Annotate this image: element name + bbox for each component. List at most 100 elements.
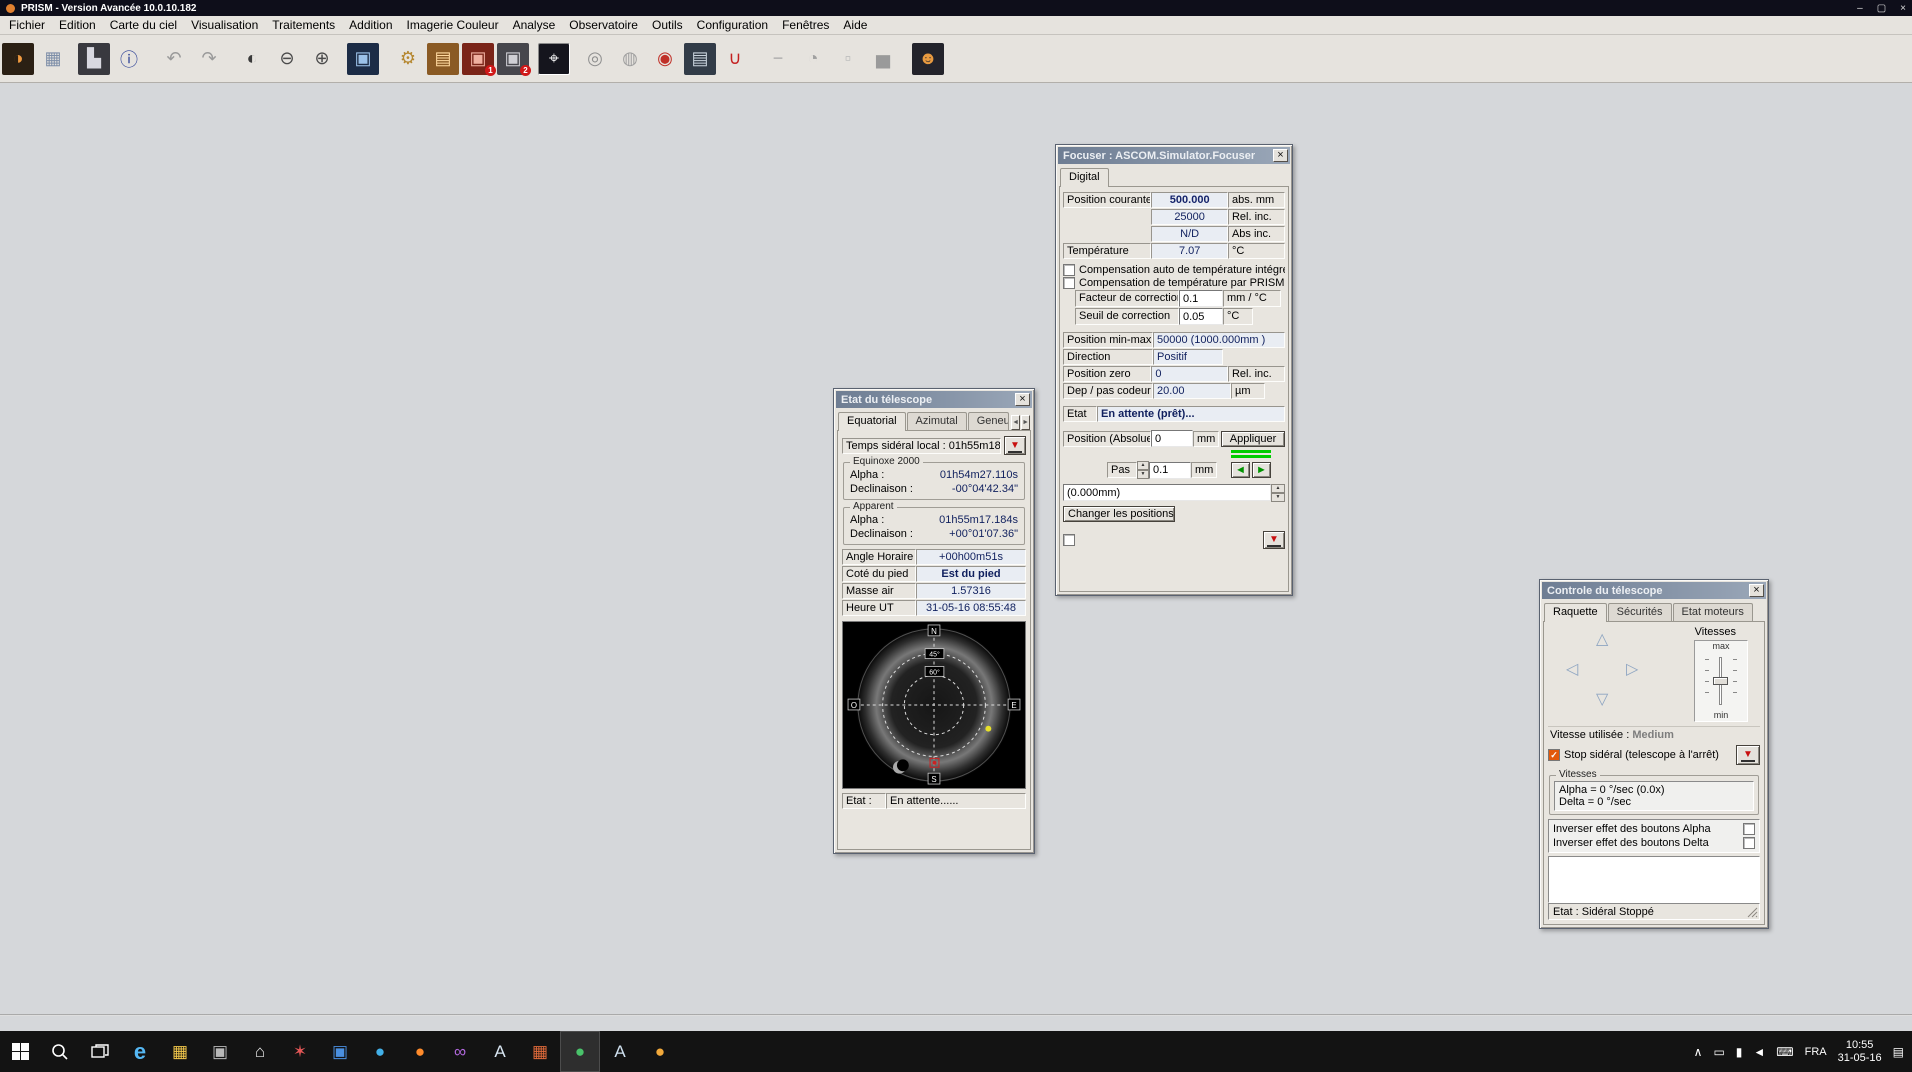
compensation-auto-checkbox[interactable] — [1063, 264, 1075, 276]
controle-park-button[interactable]: ▼ — [1736, 745, 1760, 765]
focuser-titlebar[interactable]: Focuser : ASCOM.Simulator.Focuser × — [1058, 147, 1290, 164]
preset-position-input[interactable] — [1063, 484, 1271, 501]
menu-carte-du-ciel[interactable]: Carte du ciel — [103, 17, 184, 33]
slew-south-button[interactable]: ▽ — [1596, 692, 1608, 708]
autoguider-icon[interactable]: ∪ — [719, 43, 751, 75]
taskbar-file-explorer-icon[interactable]: ▦ — [160, 1031, 200, 1072]
resize-grip[interactable] — [1747, 907, 1758, 918]
slew-west-button[interactable]: ◁ — [1566, 662, 1578, 678]
menu-observatoire[interactable]: Observatoire — [562, 17, 645, 33]
tray-network-icon[interactable]: ▭ — [1713, 1045, 1724, 1059]
controle-titlebar[interactable]: Controle du télescope × — [1542, 582, 1766, 599]
tab-geneurs[interactable]: Geneurs — [968, 412, 1009, 430]
taskbar-edge-icon[interactable]: e — [120, 1031, 160, 1072]
controle-close-button[interactable]: × — [1749, 584, 1764, 597]
slew-north-button[interactable]: △ — [1596, 632, 1608, 648]
blank-tool-icon[interactable]: ▫ — [832, 43, 864, 75]
taskbar-prism-icon[interactable]: ● — [560, 1031, 600, 1072]
compensation-prism-checkbox[interactable] — [1063, 277, 1075, 289]
etat-park-button[interactable]: ▼ — [1004, 436, 1026, 455]
camera-2-icon[interactable]: ▣ 2 — [497, 43, 529, 75]
changer-positions-button[interactable]: Changer les positions — [1063, 506, 1175, 522]
tab-securites[interactable]: Sécurités — [1608, 603, 1672, 621]
zoom-in-icon[interactable]: ⊕ — [306, 43, 338, 75]
menu-fenetres[interactable]: Fenêtres — [775, 17, 836, 33]
app-titlebar[interactable]: PRISM - Version Avancée 10.0.10.182 – ▢ … — [0, 0, 1912, 16]
tab-equatorial[interactable]: Equatorial — [838, 412, 906, 431]
menu-aide[interactable]: Aide — [836, 17, 874, 33]
tab-scroll-right-button[interactable]: ► — [1021, 415, 1030, 430]
menu-analyse[interactable]: Analyse — [506, 17, 563, 33]
stop-sideral-checkbox[interactable]: ✓ — [1548, 749, 1560, 761]
move-out-button[interactable]: ► — [1252, 462, 1271, 478]
taskbar-skype-icon[interactable]: ● — [360, 1031, 400, 1072]
appliquer-button[interactable]: Appliquer — [1221, 431, 1285, 447]
pas-spinner[interactable]: ▲ ▼ — [1137, 461, 1149, 479]
threshold-icon[interactable]: ◐ — [236, 43, 268, 75]
focuser-bottom-checkbox[interactable] — [1063, 534, 1075, 546]
close-button[interactable]: × — [1900, 3, 1906, 14]
link-tool-icon[interactable]: − — [762, 43, 794, 75]
preset-spin-down-icon[interactable]: ▼ — [1271, 493, 1285, 502]
tray-keyboard-icon[interactable]: ⌨ — [1776, 1045, 1793, 1059]
ccd-camera-icon[interactable]: ▤ — [427, 43, 459, 75]
slew-east-button[interactable]: ▷ — [1626, 662, 1638, 678]
image-open-icon[interactable]: ◑ — [2, 43, 34, 75]
tab-scroll-left-button[interactable]: ◄ — [1011, 415, 1020, 430]
pas-spin-down-icon[interactable]: ▼ — [1137, 470, 1149, 479]
facteur-correction-input[interactable] — [1179, 290, 1223, 307]
maximize-button[interactable]: ▢ — [1877, 3, 1886, 14]
taskbar-store-icon[interactable]: ⌂ — [240, 1031, 280, 1072]
pas-spin-up-icon[interactable]: ▲ — [1137, 461, 1149, 470]
dome-icon[interactable]: ◍ — [614, 43, 646, 75]
move-in-button[interactable]: ◄ — [1231, 462, 1250, 478]
taskbar-app-a-icon[interactable]: A — [480, 1031, 520, 1072]
zoom-out-icon[interactable]: ⊖ — [271, 43, 303, 75]
inverser-delta-checkbox[interactable] — [1743, 837, 1755, 849]
search-button[interactable] — [40, 1031, 80, 1072]
menu-edition[interactable]: Edition — [52, 17, 103, 33]
speed-slider[interactable]: max min — [1694, 640, 1748, 722]
taskbar-orange-app-icon[interactable]: ● — [640, 1031, 680, 1072]
menu-traitements[interactable]: Traitements — [265, 17, 342, 33]
observer-profile-icon[interactable]: ☻ — [912, 43, 944, 75]
sky-map[interactable]: N S E O 45° 60° — [842, 621, 1026, 789]
menu-fichier[interactable]: Fichier — [2, 17, 52, 33]
tray-battery-icon[interactable]: ▮ — [1736, 1045, 1743, 1059]
tab-raquette[interactable]: Raquette — [1544, 603, 1607, 622]
focuser-park-button[interactable]: ▼ — [1263, 531, 1285, 549]
minimize-button[interactable]: – — [1857, 3, 1863, 14]
histogram-icon[interactable]: ▅ — [867, 43, 899, 75]
camera-1-icon[interactable]: ▣ 1 — [462, 43, 494, 75]
undo-tool-icon[interactable]: ↶ — [158, 43, 190, 75]
taskbar-firefox-icon[interactable]: ● — [400, 1031, 440, 1072]
focuser-close-button[interactable]: × — [1273, 149, 1288, 162]
focuser-tab-digital[interactable]: Digital — [1060, 168, 1109, 187]
action-center-icon[interactable]: ▤ — [1893, 1045, 1904, 1059]
tray-clock[interactable]: 10:55 31-05-16 — [1838, 1039, 1882, 1065]
tab-azimutal[interactable]: Azimutal — [907, 412, 967, 430]
save-icon[interactable]: ▦ — [37, 43, 69, 75]
menu-addition[interactable]: Addition — [342, 17, 399, 33]
tab-etat-moteurs[interactable]: Etat moteurs — [1673, 603, 1753, 621]
position-absolue-input[interactable] — [1151, 430, 1193, 447]
pas-input[interactable] — [1149, 462, 1191, 479]
menu-configuration[interactable]: Configuration — [690, 17, 775, 33]
filter-wheel-icon[interactable]: ◎ — [579, 43, 611, 75]
taskbar-visual-studio-icon[interactable]: ∞ — [440, 1031, 480, 1072]
menu-outils[interactable]: Outils — [645, 17, 690, 33]
inverser-alpha-checkbox[interactable] — [1743, 823, 1755, 835]
preset-spin-up-icon[interactable]: ▲ — [1271, 484, 1285, 493]
start-button[interactable] — [0, 1031, 40, 1072]
tray-volume-icon[interactable]: ◄ — [1753, 1045, 1765, 1059]
taskbar-color-app-icon[interactable]: ▦ — [520, 1031, 560, 1072]
fits-header-icon[interactable]: ▤ — [684, 43, 716, 75]
etat-titlebar[interactable]: Etat du télescope × — [836, 391, 1032, 408]
etat-close-button[interactable]: × — [1015, 393, 1030, 406]
redo-tool-icon[interactable]: ↷ — [193, 43, 225, 75]
taskbar-gray-app-icon[interactable]: ▣ — [200, 1031, 240, 1072]
tray-language[interactable]: FRA — [1805, 1046, 1827, 1058]
full-screen-icon[interactable]: ▣ — [347, 43, 379, 75]
taskbar-photoshop-icon[interactable]: ✶ — [280, 1031, 320, 1072]
preset-spinner[interactable]: ▲ ▼ — [1271, 484, 1285, 502]
